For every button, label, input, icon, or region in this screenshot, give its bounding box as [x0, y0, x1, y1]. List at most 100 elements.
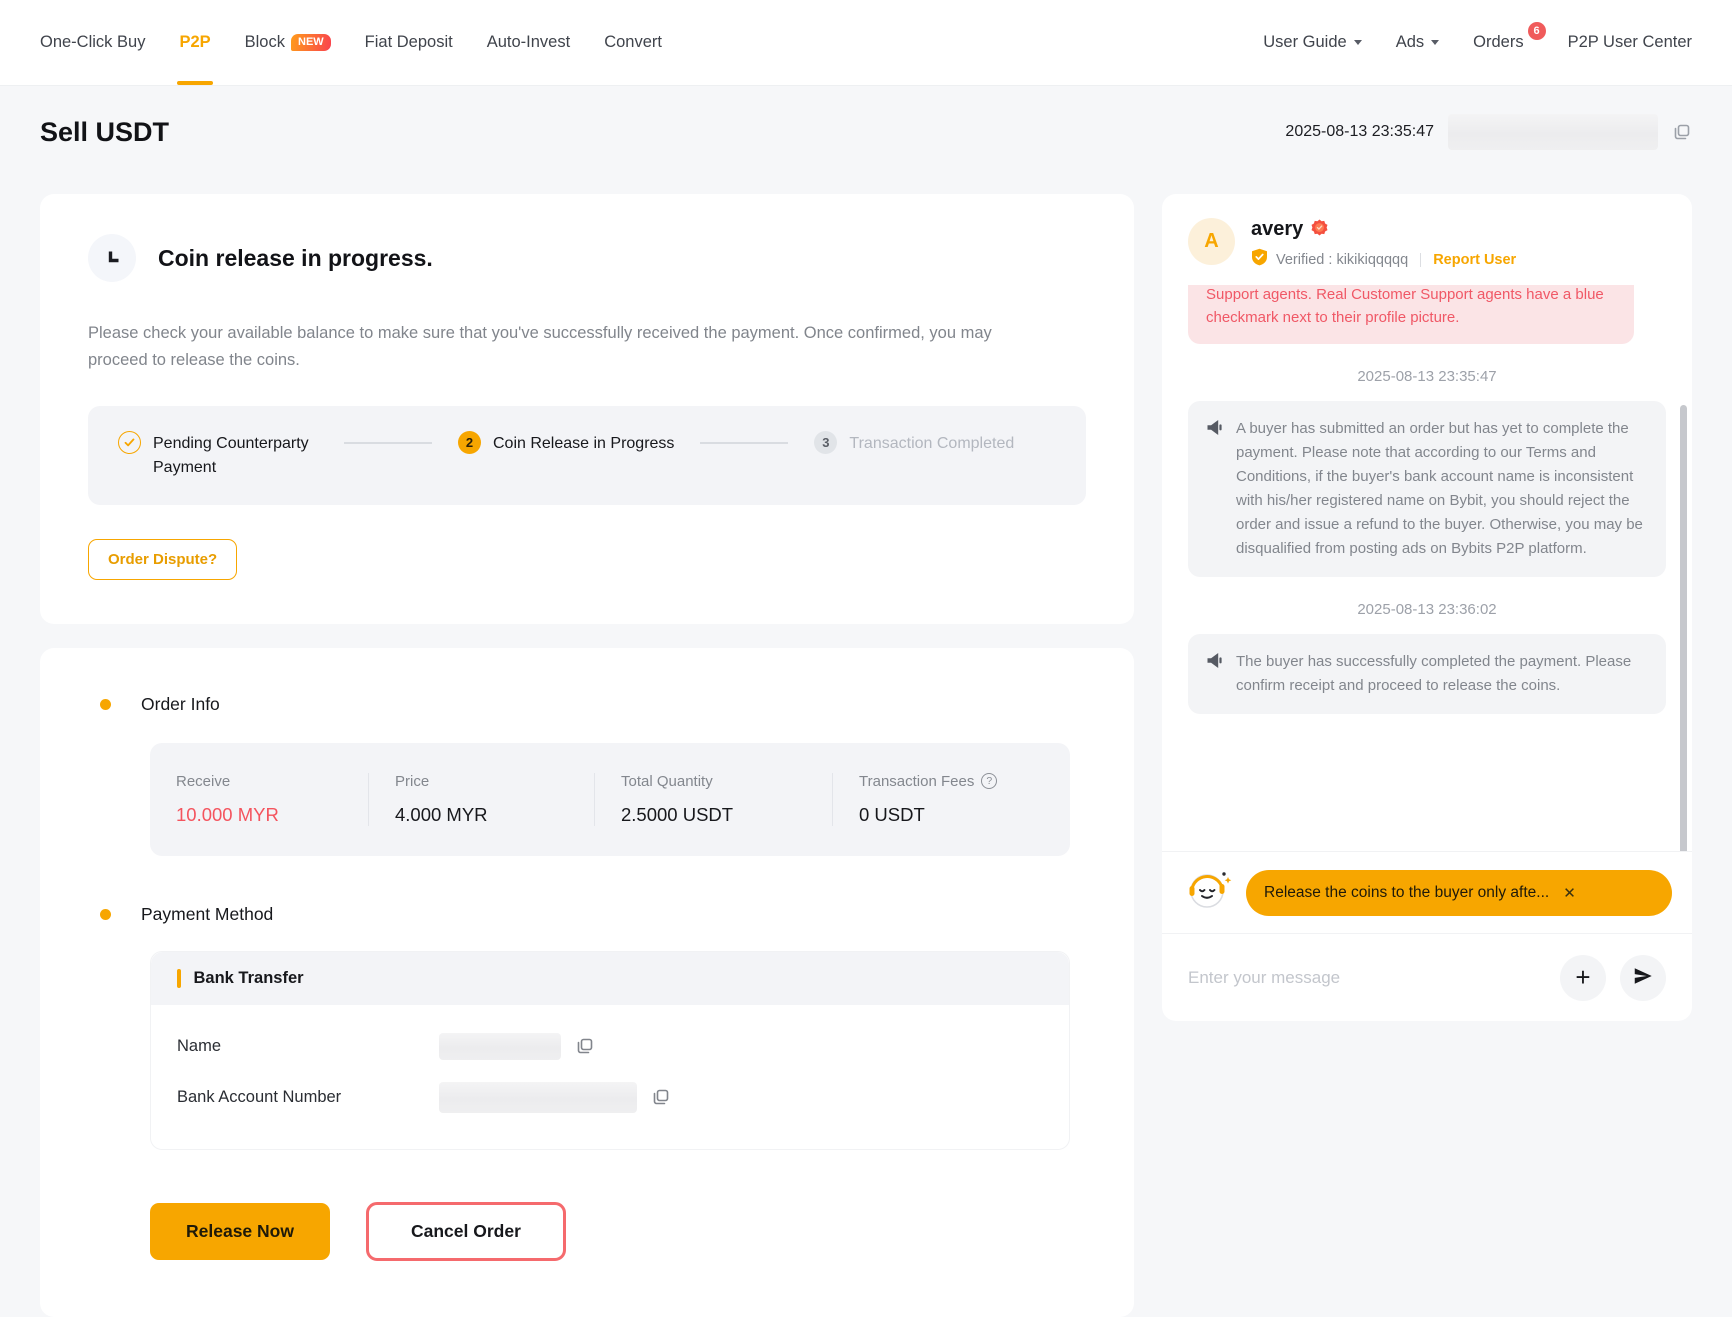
order-details-card: Order Info Receive 10.000 MYR Price 4.00…: [40, 648, 1134, 1317]
info-value: 0 USDT: [859, 804, 1044, 826]
top-navigation: One-Click Buy P2P Block NEW Fiat Deposit…: [0, 0, 1732, 86]
vip-medal-icon: [1311, 219, 1328, 241]
step-label: Transaction Completed: [849, 432, 1014, 455]
status-title: Coin release in progress.: [158, 245, 433, 272]
megaphone-icon: [1206, 652, 1225, 674]
chat-scrollbar[interactable]: [1680, 405, 1687, 851]
close-icon[interactable]: ✕: [1563, 884, 1576, 902]
order-actions: Release Now Cancel Order: [150, 1202, 1086, 1261]
system-message-bubble: A buyer has submitted an order but has y…: [1188, 401, 1666, 577]
order-column: Coin release in progress. Please check y…: [40, 194, 1134, 1317]
verified-shield-icon: [1251, 248, 1268, 271]
step-label: Pending Counterparty Payment: [153, 432, 318, 478]
page-header-row: Sell USDT 2025-08-13 23:35:47: [40, 114, 1692, 150]
payment-row-name: Name: [177, 1033, 1043, 1060]
scam-warning-bubble: Support agents. Real Customer Support ag…: [1188, 285, 1634, 344]
status-description: Please check your available balance to m…: [88, 320, 1018, 374]
chat-header: A avery: [1162, 194, 1692, 285]
order-meta: 2025-08-13 23:35:47: [1285, 114, 1692, 150]
check-circle-icon: [118, 431, 141, 454]
nav-convert[interactable]: Convert: [604, 0, 662, 85]
chat-user-name[interactable]: avery: [1251, 218, 1303, 241]
chat-message-input[interactable]: [1188, 968, 1546, 988]
attach-button[interactable]: +: [1560, 955, 1606, 1001]
info-value: 10.000 MYR: [176, 804, 342, 826]
copy-icon[interactable]: [1672, 122, 1692, 142]
verified-label: Verified : kikikiqqqqq: [1276, 252, 1408, 268]
help-icon[interactable]: ?: [981, 773, 997, 789]
info-transaction-fees: Transaction Fees ? 0 USDT: [832, 773, 1070, 826]
step-pending-payment: Pending Counterparty Payment: [118, 432, 318, 478]
message-timestamp: 2025-08-13 23:36:02: [1188, 601, 1666, 618]
nav-block[interactable]: Block NEW: [245, 0, 331, 85]
chat-column: A avery: [1162, 194, 1692, 1021]
nav-left-group: One-Click Buy P2P Block NEW Fiat Deposit…: [40, 0, 696, 85]
section-title: Payment Method: [141, 904, 273, 925]
page-title: Sell USDT: [40, 117, 169, 148]
payment-method-name: Bank Transfer: [194, 969, 304, 988]
order-timestamp: 2025-08-13 23:35:47: [1285, 123, 1434, 141]
nav-fiat-deposit[interactable]: Fiat Deposit: [365, 0, 453, 85]
order-number-redacted: [1448, 114, 1658, 150]
chat-bot-icon: [1182, 864, 1234, 921]
nav-auto-invest[interactable]: Auto-Invest: [487, 0, 570, 85]
payment-field-label: Name: [177, 1037, 439, 1056]
copy-icon[interactable]: [575, 1036, 595, 1056]
message-text: A buyer has submitted an order but has y…: [1236, 417, 1648, 561]
nav-user-guide[interactable]: User Guide: [1263, 0, 1361, 85]
report-user-link[interactable]: Report User: [1433, 252, 1516, 268]
bullet-dot-icon: [100, 909, 111, 920]
info-price: Price 4.000 MYR: [368, 773, 594, 826]
bot-suggestion-row: Release the coins to the buyer only afte…: [1162, 851, 1692, 933]
nav-label: P2P: [179, 33, 210, 52]
nav-label: Convert: [604, 33, 662, 52]
info-total-quantity: Total Quantity 2.5000 USDT: [594, 773, 832, 826]
nav-label: One-Click Buy: [40, 33, 145, 52]
order-info-box: Receive 10.000 MYR Price 4.000 MYR Total…: [150, 743, 1070, 856]
info-label: Receive: [176, 773, 342, 790]
cancel-order-button[interactable]: Cancel Order: [366, 1202, 566, 1261]
payment-method-card: Bank Transfer Name: [150, 951, 1070, 1150]
info-label: Price: [395, 773, 568, 790]
send-icon: [1632, 965, 1654, 990]
new-badge: NEW: [291, 34, 331, 51]
info-value: 4.000 MYR: [395, 804, 568, 826]
info-label: Total Quantity: [621, 773, 806, 790]
payment-method-header: Payment Method: [100, 904, 1086, 925]
nav-one-click-buy[interactable]: One-Click Buy: [40, 0, 145, 85]
release-now-button[interactable]: Release Now: [150, 1203, 330, 1260]
send-button[interactable]: [1620, 955, 1666, 1001]
step-coin-release: 2 Coin Release in Progress: [458, 432, 674, 455]
nav-label: User Guide: [1263, 33, 1346, 52]
nav-label: Block: [245, 33, 285, 52]
message-timestamp: 2025-08-13 23:35:47: [1188, 368, 1666, 385]
step-number: 3: [814, 431, 837, 454]
payment-value-redacted: [439, 1082, 637, 1113]
megaphone-icon: [1206, 419, 1225, 441]
nav-p2p[interactable]: P2P: [179, 0, 210, 85]
payment-field-label: Bank Account Number: [177, 1088, 439, 1107]
status-head: Coin release in progress.: [88, 234, 1086, 282]
nav-right-group: User Guide Ads Orders 6 P2P User Center: [1229, 0, 1692, 85]
bot-suggestion-pill[interactable]: Release the coins to the buyer only afte…: [1246, 870, 1672, 916]
bullet-dot-icon: [100, 699, 111, 710]
avatar[interactable]: A: [1188, 218, 1235, 265]
nav-orders[interactable]: Orders 6: [1473, 0, 1533, 85]
step-label: Coin Release in Progress: [493, 432, 674, 455]
step-connector: [700, 442, 788, 444]
nav-p2p-user-center[interactable]: P2P User Center: [1568, 0, 1692, 85]
main-content: Sell USDT 2025-08-13 23:35:47: [0, 86, 1732, 1317]
payment-value-redacted: [439, 1033, 561, 1060]
payment-row-account: Bank Account Number: [177, 1082, 1043, 1113]
copy-icon[interactable]: [651, 1087, 671, 1107]
nav-ads[interactable]: Ads: [1396, 0, 1439, 85]
step-transaction-completed: 3 Transaction Completed: [814, 432, 1014, 455]
plus-icon: +: [1575, 964, 1590, 990]
payment-method-body: Name Bank Account Number: [151, 1005, 1069, 1149]
nav-label: Ads: [1396, 33, 1424, 52]
nav-label: P2P User Center: [1568, 33, 1692, 52]
section-title: Order Info: [141, 694, 220, 715]
order-dispute-button[interactable]: Order Dispute?: [88, 539, 237, 580]
chat-message-list[interactable]: Support agents. Real Customer Support ag…: [1162, 285, 1692, 851]
info-label: Transaction Fees: [859, 773, 974, 790]
